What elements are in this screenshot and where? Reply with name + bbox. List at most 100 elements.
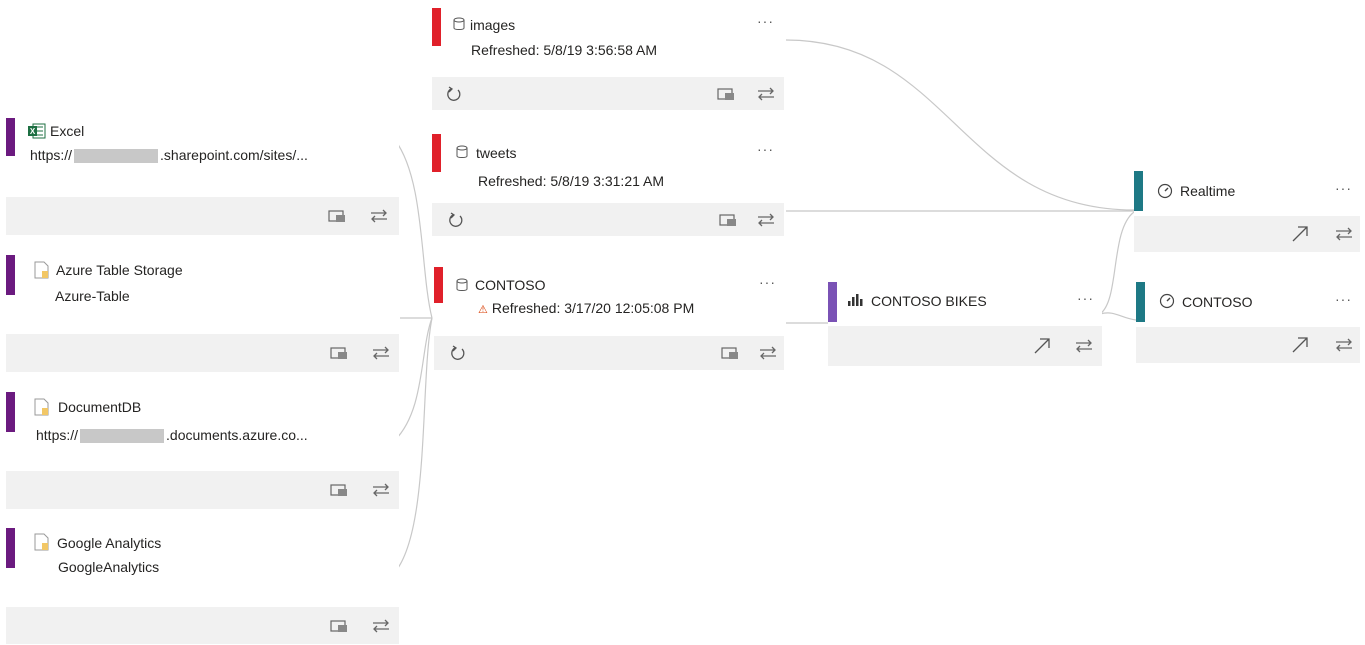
card-footer [434,336,784,370]
dataset-card-images[interactable]: images ··· Refreshed: 5/8/19 3:56:58 AM [432,5,784,110]
database-icon [456,278,468,297]
lineage-swap-icon[interactable] [758,345,778,361]
warning-icon: ⚠ [478,304,488,316]
lineage-swap-icon[interactable] [371,618,391,634]
link-google-contoso [394,317,433,573]
svg-text:X: X [30,127,36,136]
lineage-swap-icon[interactable] [371,345,391,361]
lineage-swap-icon[interactable] [369,208,389,224]
dataset-title: images [470,17,516,33]
source-card-excel[interactable]: X Excel https:// .sharepoint.com/sites/..… [6,116,399,235]
refresh-icon[interactable] [444,85,464,102]
source-title: DocumentDB [58,399,142,415]
source-title: Excel [50,123,85,139]
card-footer [6,471,399,509]
open-related-icon[interactable] [716,86,736,102]
url-prefix: https:// [30,147,73,163]
dataset-card-tweets[interactable]: tweets ··· Refreshed: 5/8/19 3:31:21 AM [432,131,784,236]
open-arrow-icon[interactable] [1032,338,1052,354]
report-card-contoso-bikes[interactable]: CONTOSO BIKES ··· [828,280,1102,366]
source-title: Azure Table Storage [56,262,183,278]
more-options-icon[interactable]: ··· [759,274,776,290]
dataset-title: tweets [476,145,517,161]
url-suffix: .sharepoint.com/sites/... [160,147,308,163]
redacted-block [74,149,159,164]
refresh-icon[interactable] [446,211,466,228]
dashboard-title: CONTOSO [1182,294,1253,310]
dataset-accent-bar [432,8,441,46]
source-accent-bar [6,392,15,432]
dataset-accent-bar [432,134,441,172]
bar-chart-icon [847,293,863,312]
dataset-card-contoso[interactable]: CONTOSO ··· ⚠ Refreshed: 3/17/20 12:05:08… [434,265,784,370]
more-options-icon[interactable]: ··· [1335,291,1352,307]
refreshed-text: Refreshed: 5/8/19 3:56:58 AM [471,42,658,58]
open-related-icon[interactable] [327,208,347,224]
card-footer [1136,327,1360,363]
more-options-icon[interactable]: ··· [757,141,774,157]
lineage-swap-icon[interactable] [1334,337,1354,353]
more-options-icon[interactable]: ··· [1077,290,1094,306]
source-card-documentdb[interactable]: DocumentDB https:// .documents.azure.co..… [6,390,399,509]
source-accent-bar [6,118,15,156]
dashboard-accent-bar [1136,282,1145,322]
redacted-block [80,429,165,444]
lineage-swap-icon[interactable] [756,212,776,228]
open-related-icon[interactable] [329,618,349,634]
lineage-swap-icon[interactable] [756,86,776,102]
report-title: CONTOSO BIKES [871,293,987,309]
url-suffix: .documents.azure.co... [166,427,308,443]
refreshed-text: Refreshed: 5/8/19 3:31:21 AM [478,173,665,189]
url-prefix: https:// [36,427,79,443]
link-images-realtime [785,39,1135,211]
card-footer [6,334,399,372]
source-subtitle: Azure-Table [55,288,130,304]
open-arrow-icon[interactable] [1290,337,1310,353]
open-related-icon[interactable] [329,345,349,361]
document-icon [34,533,50,556]
database-icon [456,145,468,164]
refreshed-line: ⚠ Refreshed: 3/17/20 12:05:08 PM [478,300,694,316]
card-footer [432,203,784,236]
dashboard-title: Realtime [1180,183,1236,199]
dashboard-card-contoso[interactable]: CONTOSO ··· [1136,281,1360,363]
card-footer [6,197,399,235]
lineage-swap-icon[interactable] [1334,226,1354,242]
link-bikes-realtime [1099,211,1135,315]
more-options-icon[interactable]: ··· [757,13,774,29]
dataset-title: CONTOSO [475,277,546,293]
lineage-swap-icon[interactable] [1074,338,1094,354]
open-related-icon[interactable] [720,345,740,361]
report-accent-bar [828,282,837,322]
card-footer [432,77,784,110]
more-options-icon[interactable]: ··· [1335,180,1352,196]
link-bikes-contoso-dashboard [1099,312,1137,321]
source-subtitle: GoogleAnalytics [58,559,160,575]
card-footer [1134,216,1360,252]
lineage-swap-icon[interactable] [371,482,391,498]
source-accent-bar [6,528,15,568]
card-footer [6,607,399,644]
source-url: https:// .sharepoint.com/sites/... [30,147,308,164]
source-title: Google Analytics [57,535,162,551]
gauge-icon [1157,183,1173,204]
dashboard-accent-bar [1134,171,1143,211]
document-icon [34,261,50,284]
source-accent-bar [6,255,15,295]
dashboard-card-realtime[interactable]: Realtime ··· [1134,170,1360,252]
gauge-icon [1159,293,1175,314]
source-url: https:// .documents.azure.co... [36,427,308,444]
open-arrow-icon[interactable] [1290,226,1310,242]
source-card-google-analytics[interactable]: Google Analytics GoogleAnalytics [6,526,399,644]
link-documentdb-contoso [394,317,433,441]
open-related-icon[interactable] [718,212,738,228]
open-related-icon[interactable] [329,482,349,498]
refresh-icon[interactable] [448,345,468,361]
database-icon [453,17,465,36]
link-excel-contoso [394,139,433,319]
dataset-accent-bar [434,267,443,303]
excel-icon: X [28,123,46,144]
source-card-azure-table-storage[interactable]: Azure Table Storage Azure-Table [6,253,399,372]
card-footer [828,326,1102,366]
document-icon [34,398,50,421]
